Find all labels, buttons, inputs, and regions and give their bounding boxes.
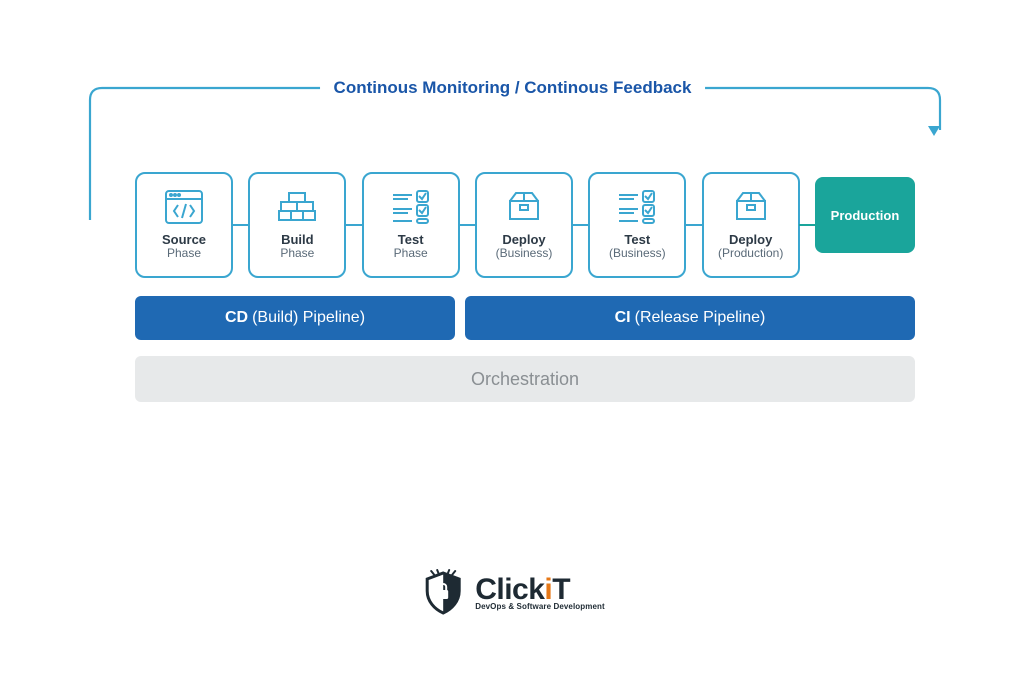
logo-tagline: DevOps & Software Development [475,603,605,610]
pipeline-labels: CD (Build) Pipeline) CI (Release Pipelin… [135,296,915,402]
cd-rest: (Build) Pipeline) [252,309,365,327]
stage-deploy-business: Deploy (Business) [475,172,573,278]
stage-label: Deploy [477,232,571,247]
stage-label: Build [250,232,344,247]
ci-rest: (Release Pipeline) [635,309,766,327]
stage-connector [346,172,361,278]
stage-test: Test Phase [362,172,460,278]
cd-bold: CD [225,309,248,327]
stage-label: Test [590,232,684,247]
code-icon [137,186,231,228]
stage-label: Production [831,208,900,223]
logo-name: ClickiT [475,576,605,603]
checklist-icon [364,186,458,228]
stage-sublabel: Phase [364,247,458,259]
cd-pipeline-bar: CD (Build) Pipeline) [135,296,455,340]
stage-sublabel: (Business) [590,247,684,259]
stage-connector [800,172,815,278]
stage-production: Production [815,177,915,253]
stage-label: Source [137,232,231,247]
package-icon [704,186,798,228]
stage-test-business: Test (Business) [588,172,686,278]
shield-icon [419,569,467,617]
stage-sublabel: (Production) [704,247,798,259]
checklist-icon [590,186,684,228]
bricks-icon [250,186,344,228]
stage-connector [460,172,475,278]
logo-text: ClickiT DevOps & Software Development [475,576,605,610]
stage-connector [573,172,588,278]
stage-build: Build Phase [248,172,346,278]
pipeline-stages-row: Source Phase Build Phase [135,172,915,278]
stage-label: Test [364,232,458,247]
stage-sublabel: (Business) [477,247,571,259]
feedback-loop-title: Continous Monitoring / Continous Feedbac… [320,78,706,98]
stage-connector [686,172,701,278]
brand-logo: ClickiT DevOps & Software Development [419,569,605,617]
ci-pipeline-bar: CI (Release Pipeline) [465,296,915,340]
ci-bold: CI [615,309,631,327]
stage-connector [233,172,248,278]
package-icon [477,186,571,228]
stage-deploy-production: Deploy (Production) [702,172,800,278]
stage-sublabel: Phase [137,247,231,259]
stage-source: Source Phase [135,172,233,278]
stage-sublabel: Phase [250,247,344,259]
orchestration-bar: Orchestration [135,356,915,402]
stage-label: Deploy [704,232,798,247]
